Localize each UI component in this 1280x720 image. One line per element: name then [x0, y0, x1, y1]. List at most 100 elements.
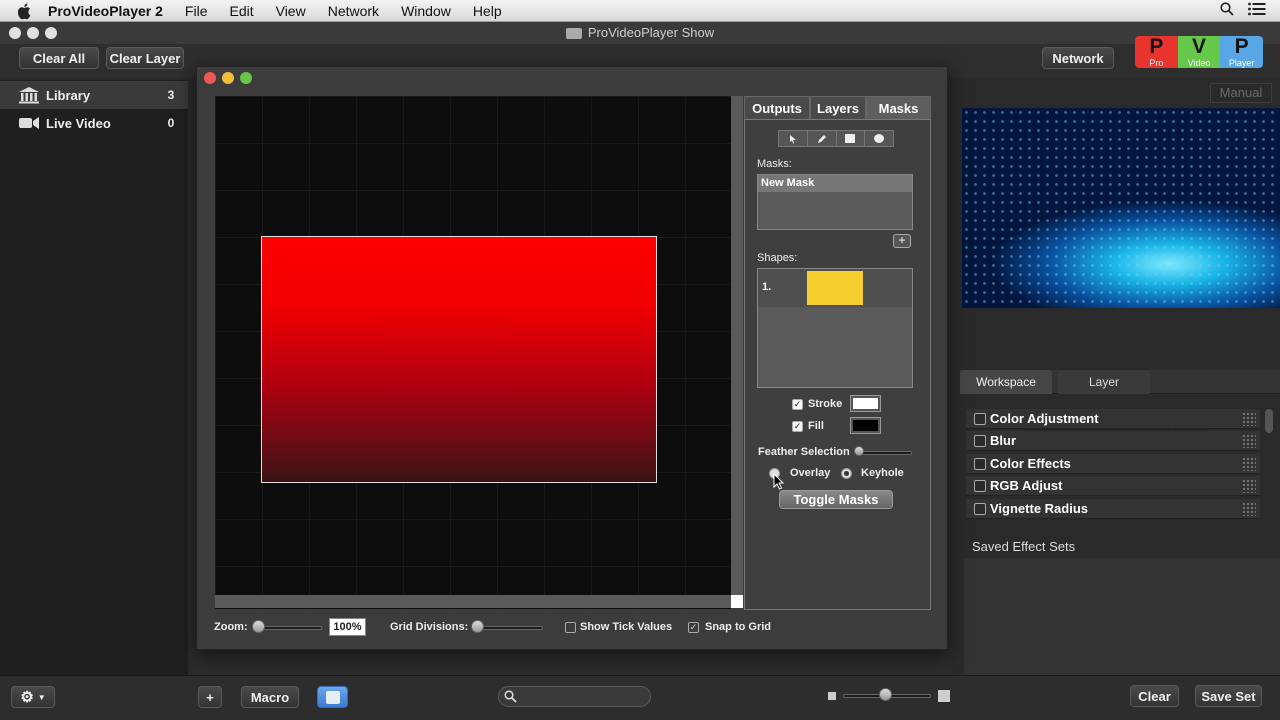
add-mask-button[interactable]: +	[893, 234, 911, 248]
keyhole-radio[interactable]	[841, 468, 852, 479]
snap-to-grid-label: Snap to Grid	[705, 621, 771, 633]
plus-icon: +	[898, 233, 906, 247]
sidebar-item-label: Live Video	[46, 115, 111, 131]
pen-tool-icon[interactable]	[808, 131, 837, 146]
macro-button[interactable]: Macro	[241, 686, 299, 708]
rectangle-tool-icon[interactable]	[837, 131, 866, 146]
effect-label: Color Effects	[990, 456, 1071, 471]
grid-divisions-knob[interactable]	[471, 620, 484, 633]
logo-letter-p2: P Player	[1220, 36, 1264, 68]
effect-row[interactable]: Color Adjustment	[966, 409, 1260, 429]
shape-list-item[interactable]: 1.	[758, 269, 912, 307]
mask-rectangle-shape[interactable]	[261, 236, 657, 483]
zoom-window-button[interactable]	[45, 27, 57, 39]
settings-menu-button[interactable]: ⚙ ▼	[11, 686, 55, 708]
logo-letter-v: V Video	[1177, 36, 1221, 68]
shape-thumbnail	[807, 271, 863, 305]
spotlight-search-icon[interactable]	[1220, 2, 1234, 16]
drag-handle-icon[interactable]	[1242, 478, 1256, 493]
menu-window[interactable]: Window	[401, 3, 451, 19]
close-window-button[interactable]	[9, 27, 21, 39]
save-set-button[interactable]: Save Set	[1195, 685, 1262, 707]
shape-tool-picker	[778, 130, 894, 147]
masks-list: New Mask	[757, 174, 913, 230]
effect-checkbox[interactable]	[974, 502, 986, 515]
feather-selection-label: Feather Selection	[758, 446, 850, 458]
clear-button[interactable]: Clear	[1130, 685, 1179, 707]
pointer-tool-icon[interactable]	[779, 131, 808, 146]
drag-handle-icon[interactable]	[1242, 411, 1256, 426]
effect-row[interactable]: RGB Adjust	[966, 476, 1260, 496]
fill-color-well[interactable]	[850, 417, 881, 434]
menu-edit[interactable]: Edit	[229, 3, 253, 19]
zoom-value-field[interactable]: 100%	[329, 618, 366, 636]
tab-layers[interactable]: Layers	[810, 96, 866, 120]
window-title: ProVideoPlayer Show	[587, 25, 715, 40]
apple-icon[interactable]	[16, 2, 34, 20]
bottom-bar: ⚙ ▼ + Macro Clear Save Set	[0, 675, 1280, 720]
toggle-masks-button[interactable]: Toggle Masks	[779, 490, 893, 509]
stroke-checkbox[interactable]: ✓	[792, 399, 803, 410]
right-panel: Manual Workspace Layer Saved Effect Sets	[952, 80, 1280, 675]
zoom-slider-knob[interactable]	[252, 620, 265, 633]
ellipse-tool-icon[interactable]	[865, 131, 893, 146]
tab-masks[interactable]: Masks	[866, 96, 931, 120]
effect-label: RGB Adjust	[990, 478, 1063, 493]
editor-close-button[interactable]	[204, 72, 216, 84]
chevron-down-icon: ▼	[37, 692, 46, 702]
effect-checkbox[interactable]	[974, 412, 986, 425]
menu-view[interactable]: View	[276, 3, 306, 19]
canvas-vertical-scrollbar[interactable]	[731, 96, 743, 595]
network-button[interactable]: Network	[1042, 47, 1114, 69]
drag-handle-icon[interactable]	[1242, 501, 1256, 516]
notification-list-icon[interactable]	[1248, 2, 1266, 16]
menu-file[interactable]: File	[185, 3, 208, 19]
window-title-bar: ProVideoPlayer Show	[0, 22, 1280, 44]
effect-checkbox[interactable]	[974, 457, 986, 470]
sidebar-item-library[interactable]: Library 3	[0, 81, 188, 109]
calendar-button[interactable]	[317, 686, 348, 708]
mask-list-item[interactable]: New Mask	[758, 175, 912, 192]
menu-network[interactable]: Network	[328, 3, 379, 19]
drag-handle-icon[interactable]	[1242, 456, 1256, 471]
effect-label: Color Adjustment	[990, 411, 1099, 426]
drag-handle-icon[interactable]	[1242, 433, 1256, 448]
grid-divisions-label: Grid Divisions:	[390, 621, 469, 633]
tab-outputs[interactable]: Outputs	[744, 96, 810, 120]
thumbnail-size-knob[interactable]	[879, 688, 892, 701]
thumbnail-small-icon	[828, 692, 836, 700]
feather-slider[interactable]	[856, 451, 912, 455]
mask-canvas[interactable]	[215, 96, 731, 609]
gear-icon: ⚙	[20, 689, 34, 706]
saved-effect-sets-label: Saved Effect Sets	[972, 539, 1076, 554]
sidebar-item-label: Library	[46, 87, 91, 103]
canvas-horizontal-scrollbar[interactable]	[215, 595, 731, 608]
video-camera-icon	[19, 117, 39, 129]
tab-layer[interactable]: Layer	[1058, 370, 1150, 394]
clear-all-button[interactable]: Clear All	[19, 47, 99, 69]
effect-row[interactable]: Blur	[966, 431, 1260, 451]
editor-minimize-button[interactable]	[222, 72, 234, 84]
add-button[interactable]: +	[198, 686, 222, 708]
minimize-window-button[interactable]	[27, 27, 39, 39]
show-tick-values-checkbox[interactable]	[565, 622, 576, 633]
feather-slider-knob[interactable]	[854, 446, 864, 456]
effects-scrollbar[interactable]	[1265, 409, 1273, 521]
stroke-color-well[interactable]	[850, 395, 881, 412]
tab-workspace[interactable]: Workspace	[960, 370, 1052, 394]
effect-checkbox[interactable]	[974, 434, 986, 447]
mouse-cursor-icon	[773, 473, 785, 490]
effect-row[interactable]: Vignette Radius	[966, 499, 1260, 519]
manual-button[interactable]: Manual	[1210, 83, 1272, 103]
fill-checkbox[interactable]: ✓	[792, 421, 803, 432]
search-input[interactable]	[498, 686, 651, 707]
editor-zoom-button[interactable]	[240, 72, 252, 84]
clear-layer-button[interactable]: Clear Layer	[106, 47, 184, 69]
snap-to-grid-checkbox[interactable]: ✓	[688, 622, 699, 633]
effect-checkbox[interactable]	[974, 479, 986, 492]
menu-app-name[interactable]: ProVideoPlayer 2	[48, 3, 163, 19]
folder-icon	[565, 28, 582, 40]
sidebar-item-live-video[interactable]: Live Video 0	[0, 109, 188, 137]
menu-help[interactable]: Help	[473, 3, 502, 19]
effect-row[interactable]: Color Effects	[966, 454, 1260, 474]
